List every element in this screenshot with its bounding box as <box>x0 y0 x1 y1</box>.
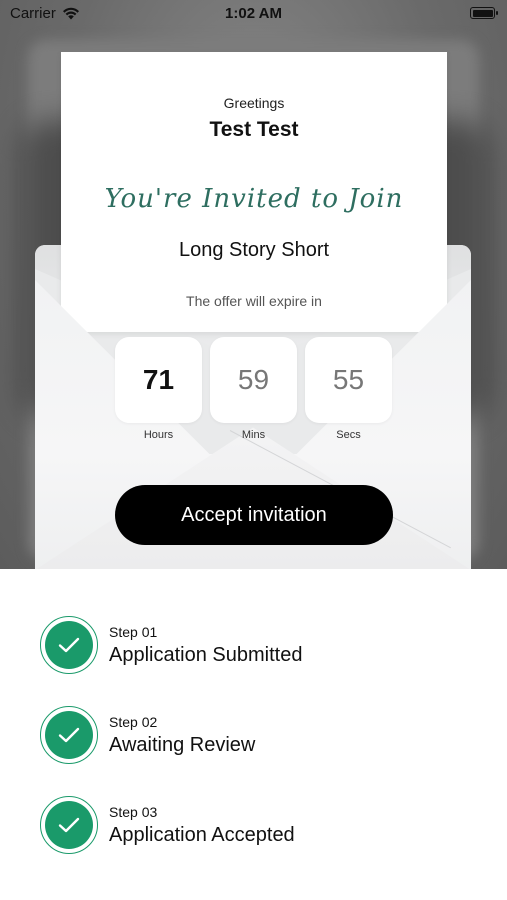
expire-text: The offer will expire in <box>186 293 322 309</box>
countdown-secs: 55 <box>305 337 392 423</box>
battery-icon <box>470 7 498 19</box>
step-number: Step 01 <box>109 624 158 640</box>
step-item: Step 02 Awaiting Review <box>40 706 480 766</box>
status-time: 1:02 AM <box>225 5 282 22</box>
mins-label: Mins <box>241 429 266 441</box>
invitation-modal-area: Greetings Test Test You're Invited to Jo… <box>0 0 507 569</box>
step-title: Awaiting Review <box>109 734 256 756</box>
step-badge <box>40 706 98 764</box>
countdown-hours: 71 <box>115 337 202 423</box>
secs-label: Secs <box>336 429 361 441</box>
event-name: Long Story Short <box>178 239 330 261</box>
step-item: Step 03 Application Accepted <box>40 796 480 856</box>
check-icon <box>58 637 80 653</box>
step-number: Step 02 <box>109 714 158 730</box>
step-badge <box>40 616 98 674</box>
invitee-name: Test Test <box>209 118 299 141</box>
greeting-label: Greetings <box>223 95 285 111</box>
application-steps-sheet: Step 01 Application Submitted Step 02 Aw… <box>0 569 507 900</box>
step-item: Step 01 Application Submitted <box>40 616 480 676</box>
status-bar: Carrier 1:02 AM <box>0 0 507 28</box>
step-title: Application Submitted <box>109 644 303 666</box>
countdown-mins: 59 <box>210 337 297 423</box>
step-number: Step 03 <box>109 804 158 820</box>
check-icon <box>58 727 80 743</box>
step-badge <box>40 796 98 854</box>
check-icon <box>58 817 80 833</box>
hours-label: Hours <box>143 429 174 441</box>
step-title: Application Accepted <box>109 824 295 846</box>
accept-invitation-button[interactable]: Accept invitation <box>115 485 393 545</box>
invited-script-text: You're Invited to Join <box>104 184 404 214</box>
